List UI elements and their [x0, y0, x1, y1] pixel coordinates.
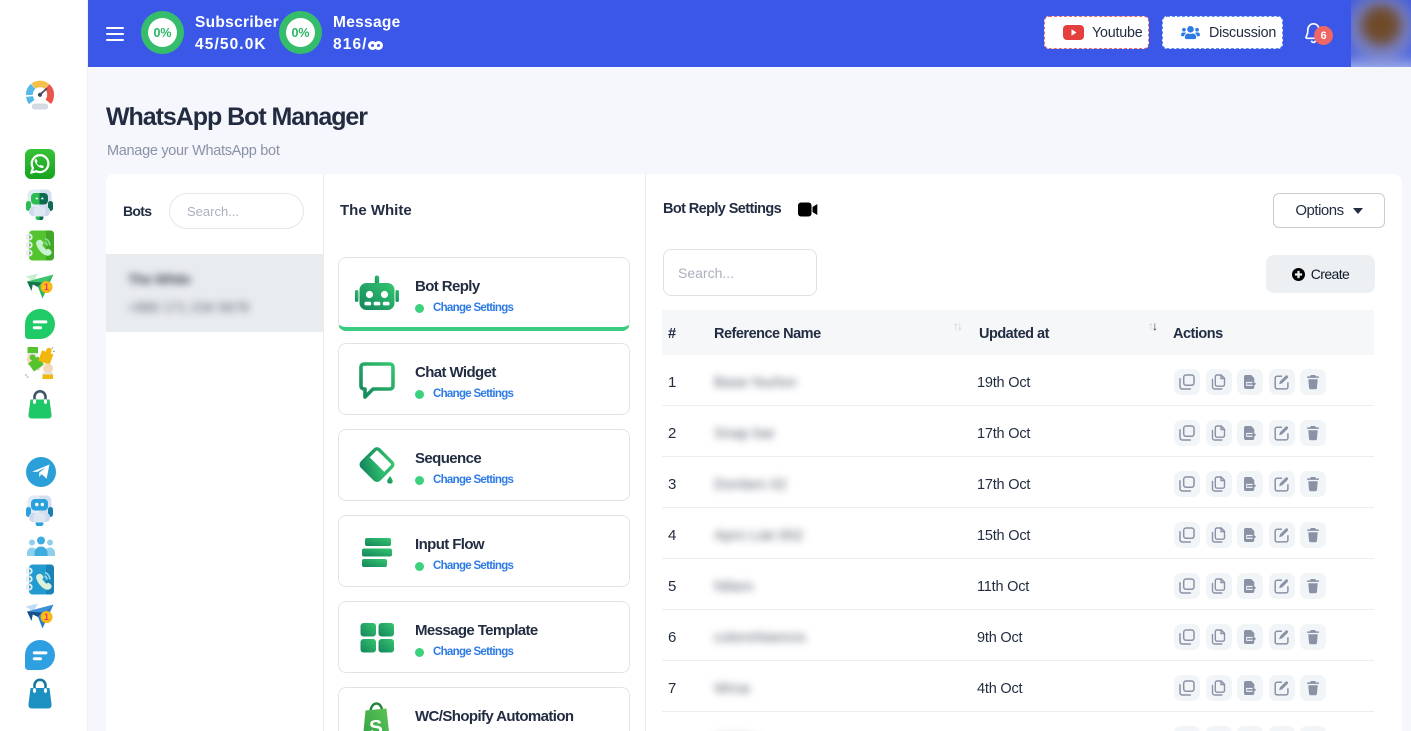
svg-text:S: S [368, 716, 383, 731]
svg-text:1: 1 [44, 612, 49, 622]
svg-text:1: 1 [44, 282, 49, 292]
